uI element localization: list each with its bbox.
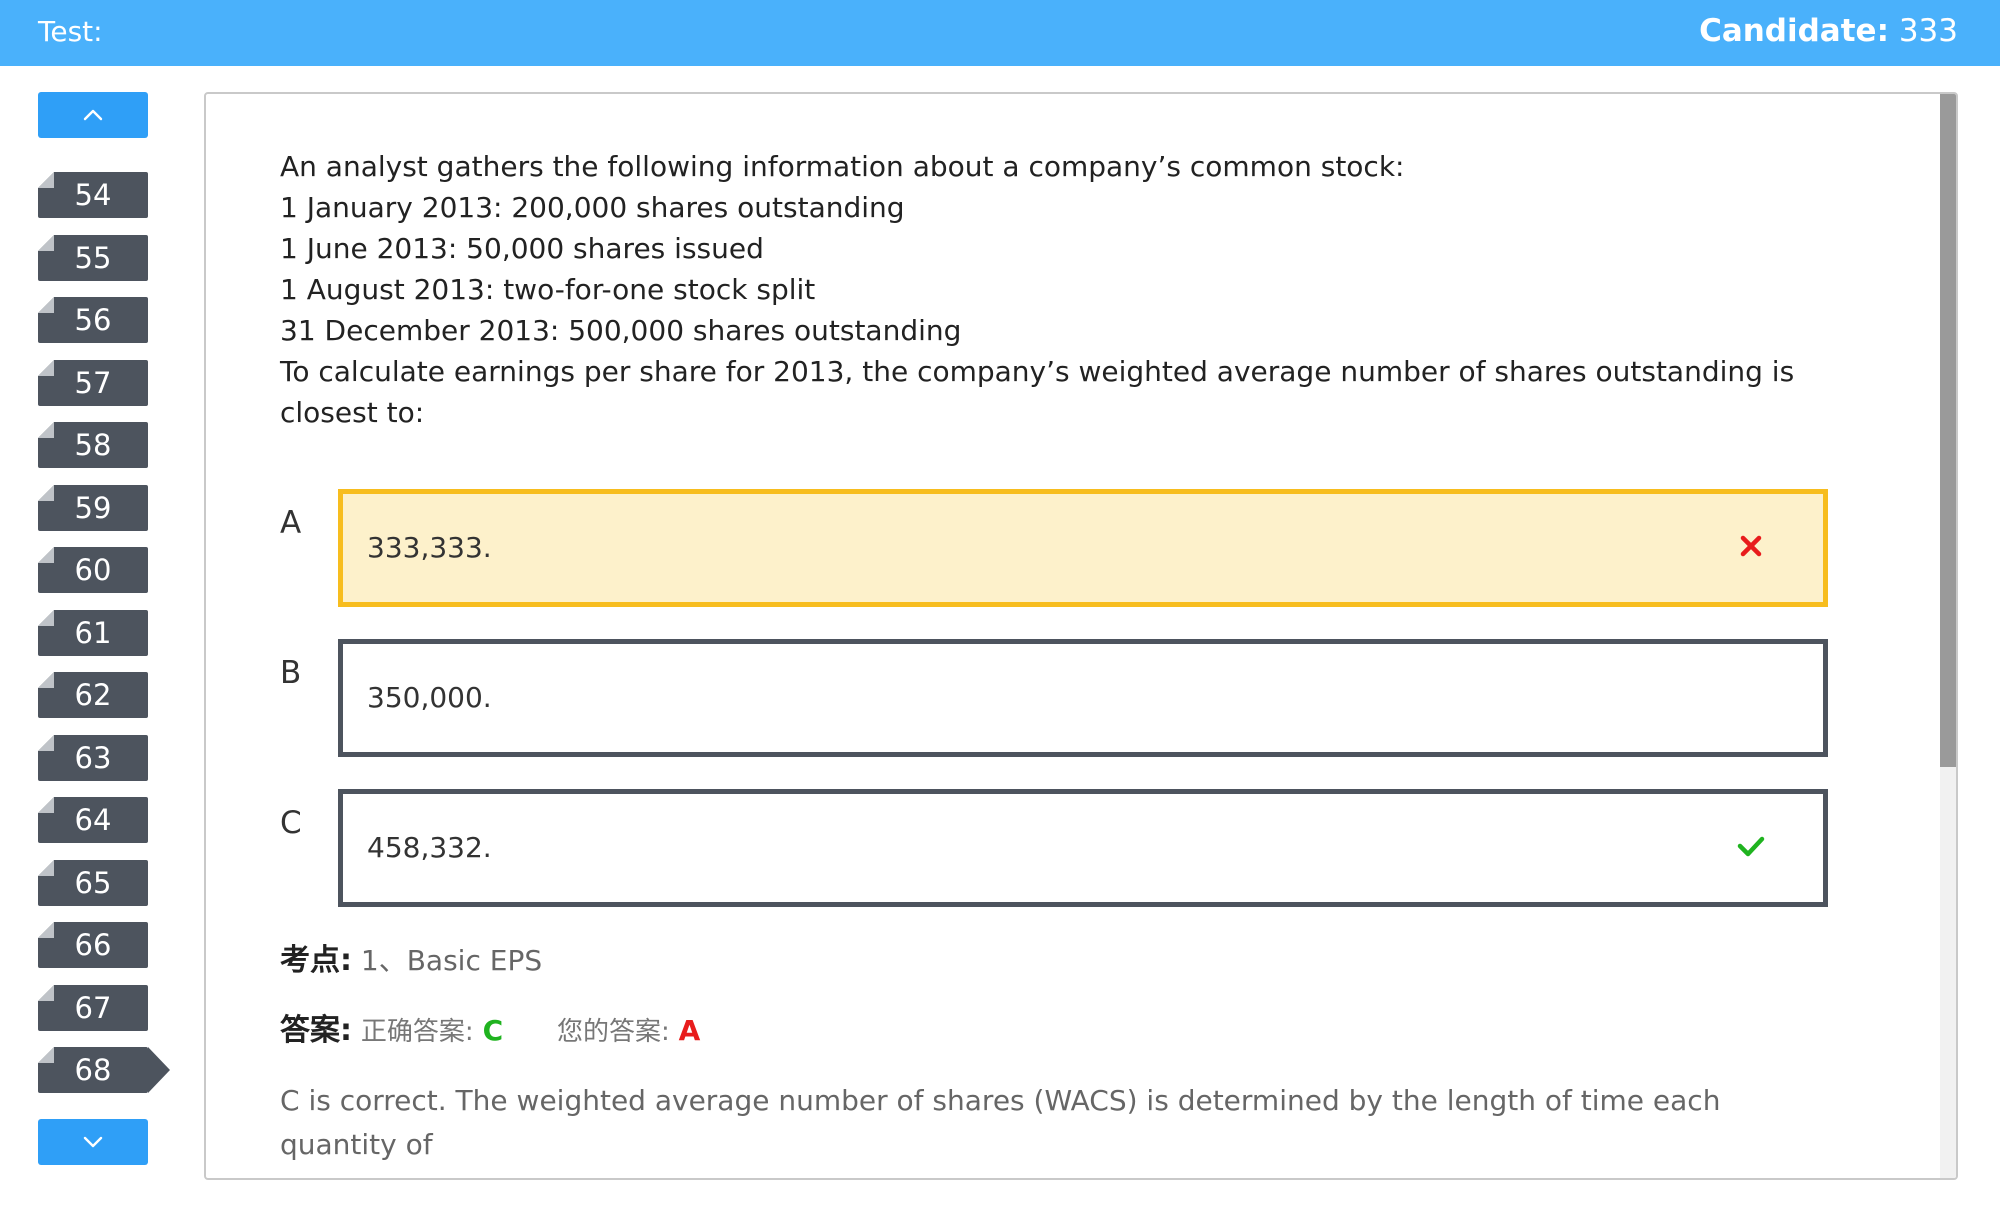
option-text: 333,333.: [367, 531, 492, 564]
question-nav-item[interactable]: 54: [38, 172, 148, 218]
cross-icon: [1740, 535, 1762, 557]
question-nav-item[interactable]: 62: [38, 672, 148, 718]
question-number: 56: [74, 303, 112, 337]
correct-answer-value: C: [482, 1014, 504, 1047]
question-nav-item[interactable]: 59: [38, 484, 148, 531]
question-number: 68: [74, 1053, 112, 1087]
question-number: 67: [74, 990, 112, 1025]
question-nav-list: 54 55 56 57 58 59 60 61 62 63 64 65 66 6…: [38, 172, 178, 1110]
question-nav-item[interactable]: 61: [38, 609, 148, 656]
option-letter: C: [280, 805, 302, 841]
question-stem: An analyst gathers the following informa…: [280, 146, 1840, 433]
answer-row: 答案: 正确答案: C 您的答案: A: [280, 1009, 1840, 1053]
option-letter: B: [280, 655, 302, 691]
option-b: B 350,000.: [280, 639, 1840, 757]
option-b-box[interactable]: 350,000.: [338, 639, 1828, 757]
chevron-down-icon: [83, 1136, 103, 1148]
option-letter: A: [280, 505, 302, 541]
question-number: 65: [74, 865, 112, 900]
question-number: 55: [74, 240, 112, 275]
question-number: 60: [74, 553, 112, 587]
option-text: 458,332.: [367, 831, 492, 864]
your-answer-value: A: [678, 1014, 701, 1047]
chevron-up-icon: [83, 109, 103, 121]
knowledge-point-value: 1、Basic EPS: [360, 944, 543, 977]
question-number: 62: [74, 678, 112, 712]
correct-answer-label: 正确答案:: [360, 1017, 474, 1047]
question-line: 31 December 2013: 500,000 shares outstan…: [280, 314, 962, 347]
question-number: 61: [74, 615, 112, 650]
question-line: 1 January 2013: 200,000 shares outstandi…: [280, 191, 905, 224]
question-nav-item[interactable]: 58: [38, 422, 148, 468]
question-nav-item[interactable]: 67: [38, 984, 148, 1031]
scroll-up-button[interactable]: [38, 92, 148, 138]
scrollbar-thumb[interactable]: [1940, 94, 1956, 767]
test-label: Test:: [38, 15, 103, 48]
option-a: A 333,333.: [280, 489, 1840, 607]
question-nav-item[interactable]: 55: [38, 234, 148, 281]
scroll-down-button[interactable]: [38, 1119, 148, 1165]
answer-meta: 考点: 1、Basic EPS 答案: 正确答案: C 您的答案: A: [280, 939, 1840, 1053]
candidate-label: Candidate:: [1699, 13, 1889, 49]
question-number: 57: [74, 365, 112, 400]
question-nav-item[interactable]: 63: [38, 734, 148, 781]
option-c-box[interactable]: 458,332.: [338, 789, 1828, 907]
question-number: 64: [74, 803, 112, 837]
option-c: C 458,332.: [280, 789, 1840, 907]
question-panel: An analyst gathers the following informa…: [204, 92, 1958, 1180]
option-a-box[interactable]: 333,333.: [338, 489, 1828, 607]
option-text: 350,000.: [367, 681, 492, 714]
top-bar: Test: Candidate: 333: [0, 0, 2000, 66]
answer-options: A 333,333. B 350,000. C 458,332.: [280, 489, 1840, 907]
question-nav-item-active[interactable]: 68: [38, 1047, 170, 1093]
question-line: 1 June 2013: 50,000 shares issued: [280, 232, 764, 265]
question-content: An analyst gathers the following informa…: [280, 146, 1840, 1167]
question-nav-item[interactable]: 65: [38, 859, 148, 906]
knowledge-point-label: 考点:: [280, 943, 352, 978]
question-nav-item[interactable]: 56: [38, 297, 148, 343]
question-number: 66: [74, 928, 112, 962]
check-icon: [1737, 836, 1765, 857]
candidate-info: Candidate: 333: [1699, 12, 1958, 50]
question-line: An analyst gathers the following informa…: [280, 150, 1405, 183]
explanation-text: C is correct. The weighted average numbe…: [280, 1084, 1721, 1161]
question-number: 59: [74, 490, 112, 525]
question-number: 58: [74, 428, 112, 462]
your-answer-label: 您的答案:: [556, 1017, 670, 1047]
question-number: 54: [74, 178, 112, 212]
question-line: To calculate earnings per share for 2013…: [280, 355, 1795, 429]
question-number: 63: [74, 740, 112, 775]
question-nav-item[interactable]: 60: [38, 547, 148, 593]
question-line: 1 August 2013: two-for-one stock split: [280, 273, 816, 306]
question-nav-item[interactable]: 64: [38, 797, 148, 843]
answer-label: 答案:: [280, 1013, 352, 1048]
question-nav-item[interactable]: 66: [38, 922, 148, 968]
candidate-value: 333: [1898, 13, 1958, 49]
knowledge-point-row: 考点: 1、Basic EPS: [280, 939, 1840, 983]
question-nav-item[interactable]: 57: [38, 359, 148, 406]
